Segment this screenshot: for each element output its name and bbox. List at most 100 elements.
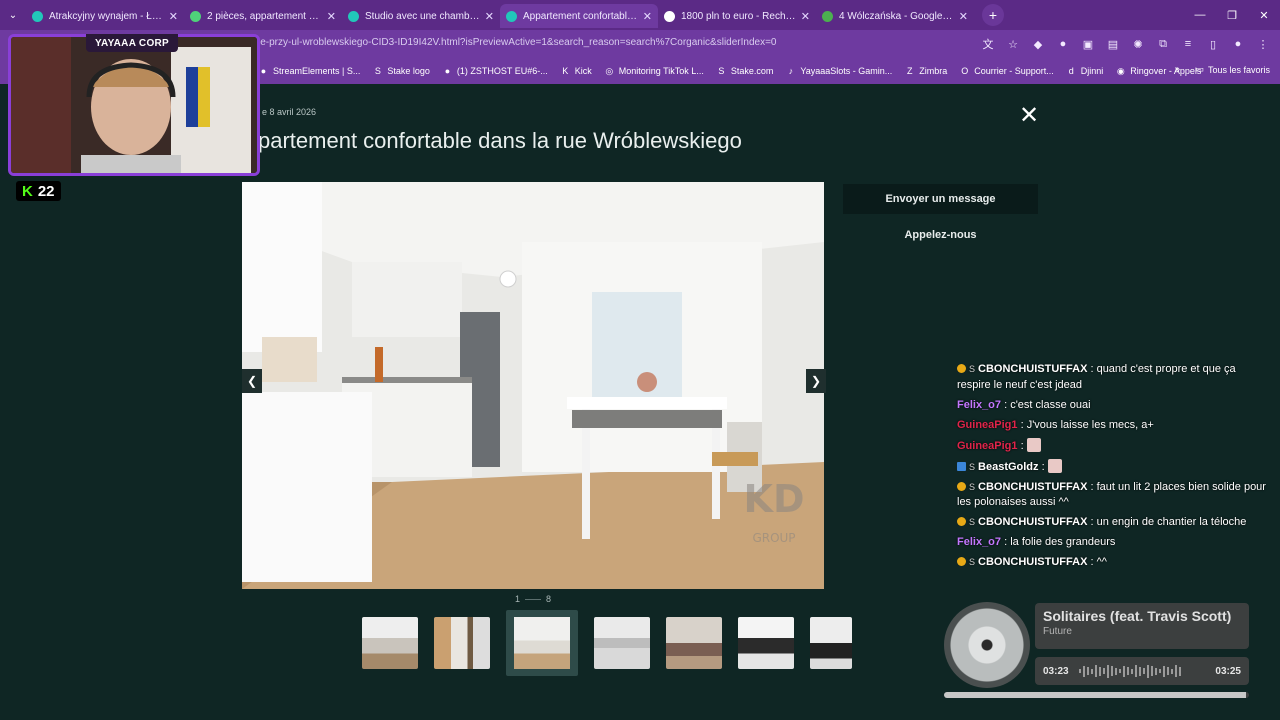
puzzle-icon[interactable]: ⧉ [1154, 35, 1172, 53]
tab-close-icon[interactable]: ✕ [959, 10, 968, 23]
chat-username[interactable]: CBONCHUISTUFFAX [978, 556, 1087, 568]
browser-tab[interactable]: 2 pièces, appartement à louer ✕ [184, 4, 342, 28]
browser-tab[interactable]: Atrakcyjny wynajem - Łódź - sp ✕ [26, 4, 184, 28]
chat-badge-icon [957, 364, 966, 373]
tab-favicon-icon [32, 10, 43, 22]
more-bookmarks-icon[interactable]: » [1174, 64, 1180, 75]
thumbnail[interactable] [666, 617, 722, 669]
close-window-icon[interactable]: ✕ [1248, 0, 1280, 30]
waveform-bar [1146, 664, 1149, 678]
bookmark-item[interactable]: ● StreamElements | S... [258, 66, 361, 77]
bookmark-item[interactable]: Z Zimbra [904, 66, 947, 77]
bookmark-favicon-icon: S [718, 66, 725, 76]
thumbnail[interactable] [810, 617, 852, 669]
tab-close-icon[interactable]: ✕ [327, 10, 336, 23]
close-icon[interactable]: ✕ [1018, 104, 1040, 128]
chat-username[interactable]: GuineaPig1 [957, 419, 1018, 431]
bookmark-item[interactable]: ◎ Monitoring TikTok L... [604, 65, 703, 77]
translate-icon[interactable]: 文 [979, 35, 997, 53]
bookmark-item[interactable]: d Djinni [1066, 66, 1104, 77]
bookmark-favicon-icon: S [374, 66, 381, 76]
extension-icon[interactable]: ▣ [1079, 35, 1097, 53]
next-photo-button[interactable]: ❯ [806, 369, 826, 393]
waveform-bar [1162, 665, 1165, 677]
tab-search-icon[interactable]: ⌄ [0, 0, 26, 30]
waveform-bar [1138, 666, 1141, 676]
browser-tab[interactable]: Studio avec une chambre sépa ✕ [342, 4, 500, 28]
bookmark-item[interactable]: ◉ Ringover - Appels [1115, 66, 1201, 77]
bookmark-item[interactable]: K Kick [560, 66, 592, 77]
toolbar-icons: 文 ☆ ◆ ● ▣ ▤ ✺ ⧉ ≡ ▯ ● ⋮ [979, 35, 1272, 53]
total-time: 03:25 [1215, 665, 1241, 677]
previous-photo-button[interactable]: ❮ [242, 369, 262, 393]
send-message-button[interactable]: Envoyer un message [843, 184, 1038, 214]
svg-text:KD: KD [744, 477, 805, 521]
sub-badge-icon: S [969, 461, 976, 472]
call-us-button[interactable]: Appelez-nous [843, 224, 1038, 246]
chat-username[interactable]: CBONCHUISTUFFAX [978, 363, 1087, 375]
webcam-image [11, 37, 257, 173]
bookmark-item[interactable]: ● (1) ZSTHOST EU#6-... [442, 66, 548, 77]
tab-close-icon[interactable]: ✕ [169, 10, 178, 23]
new-tab-button[interactable]: + [982, 4, 1004, 26]
waveform-bar [1170, 668, 1173, 674]
main-photo[interactable]: KD GROUP [242, 182, 824, 589]
browser-tab[interactable]: 4 Wólczańska - Google Maps ✕ [816, 4, 974, 28]
bookmark-item[interactable]: ♪ YayaaaSlots - Gamin... [785, 66, 893, 77]
kitchen-photo: KD GROUP [242, 182, 824, 589]
chat-username[interactable]: CBONCHUISTUFFAX [978, 481, 1087, 493]
chat-message: S CBONCHUISTUFFAX : quand c'est propre et… [957, 362, 1269, 393]
star-icon[interactable]: ☆ [1004, 35, 1022, 53]
bookmark-favicon-icon: ◎ [605, 65, 614, 76]
sub-badge-icon: S [969, 557, 976, 567]
bookmark-item[interactable]: O Courrier - Support... [959, 66, 1054, 77]
extension-icon[interactable]: ◆ [1029, 35, 1047, 53]
media-icon[interactable]: ≡ [1179, 35, 1197, 53]
song-progress-bar [944, 692, 1249, 698]
thumbnail[interactable] [434, 617, 490, 669]
bookmark-favicon-icon: ◉ [1116, 65, 1125, 76]
tab-close-icon[interactable]: ✕ [643, 10, 652, 23]
window-controls: — ❐ ✕ [1184, 0, 1280, 30]
sidepanel-icon[interactable]: ▯ [1204, 35, 1222, 53]
chat-text: : la folie des grandeurs [1001, 536, 1116, 548]
chat-username[interactable]: CBONCHUISTUFFAX [978, 516, 1087, 528]
song-title: Solitaires (feat. Travis Scott) [1043, 608, 1232, 624]
restore-icon[interactable]: ❐ [1216, 0, 1248, 30]
extension-icon[interactable]: ✺ [1129, 35, 1147, 53]
all-bookmarks[interactable]: ▭ Tous les favoris [1195, 64, 1270, 75]
chat-username[interactable]: Felix_o7 [957, 536, 1001, 548]
profile-icon[interactable]: ● [1229, 35, 1247, 53]
minimize-icon[interactable]: — [1184, 0, 1216, 30]
chat-username[interactable]: BeastGoldz [978, 461, 1039, 473]
waveform [1078, 664, 1206, 678]
bookmark-label: StreamElements | S... [273, 66, 361, 76]
thumbnail[interactable] [594, 617, 650, 669]
bookmark-label: Stake.com [730, 66, 774, 76]
url-field[interactable]: ie-przy-ul-wroblewskiego-CID3-ID19I42V.h… [258, 37, 777, 48]
thumbnail[interactable] [738, 617, 794, 669]
tab-title: 2 pièces, appartement à louer [207, 10, 323, 22]
tab-close-icon[interactable]: ✕ [801, 10, 810, 23]
bookmark-item[interactable]: S Stake logo [372, 66, 430, 77]
chat-username[interactable]: GuineaPig1 [957, 440, 1018, 452]
listing-title: partement confortable dans la rue Wróble… [258, 128, 742, 153]
sub-badge-icon: S [969, 517, 976, 527]
waveform-bar [1126, 667, 1129, 675]
thumbnail[interactable] [362, 617, 418, 669]
bookmark-item[interactable]: S Stake.com [716, 66, 774, 77]
extension-icon[interactable]: ▤ [1104, 35, 1122, 53]
chat-username[interactable]: Felix_o7 [957, 399, 1001, 411]
webcam-overlay [8, 34, 260, 176]
extension-icon[interactable]: ● [1054, 35, 1072, 53]
tab-close-icon[interactable]: ✕ [485, 10, 494, 23]
chat-message: S CBONCHUISTUFFAX : un engin de chantier … [957, 515, 1269, 531]
browser-tab[interactable]: Appartement confortable rue W ✕ [500, 4, 658, 28]
tab-favicon-icon [822, 10, 833, 22]
thumbnail-selected[interactable] [506, 610, 578, 676]
tab-title: 1800 pln to euro - Recherche G [681, 10, 797, 22]
browser-tab[interactable]: 1800 pln to euro - Recherche G ✕ [658, 4, 816, 28]
waveform-bar [1154, 667, 1157, 675]
chat-message: S BeastGoldz : [957, 458, 1269, 476]
menu-icon[interactable]: ⋮ [1254, 35, 1272, 53]
